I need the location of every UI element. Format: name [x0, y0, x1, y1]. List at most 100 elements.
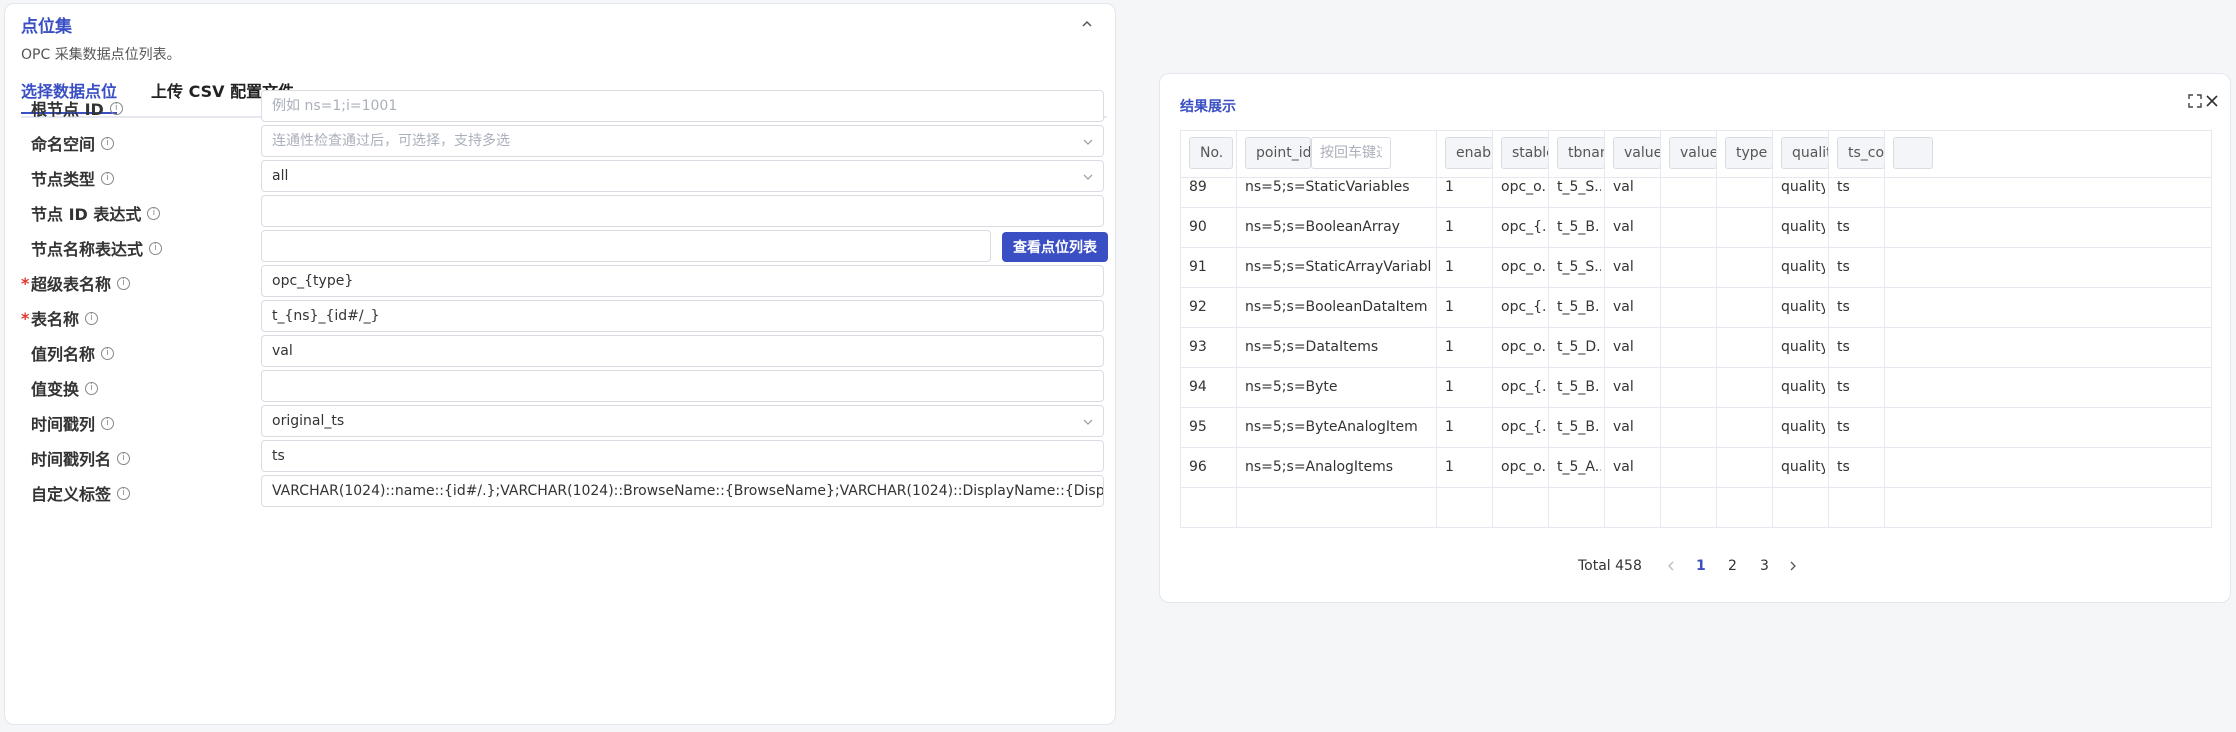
col-header-value-transform[interactable]: value_t	[1669, 137, 1717, 169]
pagination: Total 458 1 2 3	[1160, 552, 2230, 582]
cell-point-id: ns=5;s=DataItems	[1245, 339, 1379, 355]
cell-type	[1725, 367, 1769, 407]
cell-value-col: val	[1613, 219, 1634, 235]
col-header-no[interactable]: No.	[1189, 137, 1233, 169]
form-row-ts-col: 时间戳列 i original_ts	[5, 405, 1117, 439]
page-1-button[interactable]: 1	[1696, 558, 1706, 574]
ts-col-name-input[interactable]	[261, 440, 1104, 472]
point-id-filter-input[interactable]	[1311, 137, 1391, 169]
cell-quality: quality	[1781, 459, 1825, 475]
cell-value-transform	[1669, 207, 1713, 247]
cell-point-id: ns=5;s=StaticArrayVariables	[1245, 259, 1431, 275]
cell-type	[1725, 407, 1769, 447]
value-transform-input[interactable]	[261, 370, 1104, 402]
table-row[interactable]: 91 ns=5;s=StaticArrayVariables 1 opc_o... t_…	[1181, 247, 2211, 288]
info-icon[interactable]: i	[101, 346, 115, 360]
custom-tags-input[interactable]: VARCHAR(1024)::name::{id#/.};VARCHAR(102…	[261, 475, 1104, 507]
cell-value-transform	[1669, 327, 1713, 367]
page-2-button[interactable]: 2	[1728, 558, 1737, 574]
cell-enabled: 1	[1445, 459, 1454, 475]
cell-tbname: t_5_B...	[1557, 379, 1601, 395]
cell-point-id: ns=5;s=BooleanDataItem	[1245, 299, 1428, 315]
fullscreen-icon[interactable]	[2188, 94, 2202, 108]
cell-quality: quality	[1781, 259, 1825, 275]
cell-tbname: t_5_B...	[1557, 299, 1601, 315]
super-table-input[interactable]	[261, 265, 1104, 297]
form-row-table-name: * 表名称 i	[5, 300, 1117, 334]
form-row-namespace: 命名空间 i 连通性检查通过后，可选择，支持多选	[5, 125, 1117, 159]
namespace-select[interactable]: 连通性检查通过后，可选择，支持多选	[261, 125, 1104, 157]
cell-ts-col: ts	[1837, 259, 1850, 275]
root-node-id-input[interactable]	[261, 90, 1104, 122]
cell-tbname: t_5_B...	[1557, 219, 1601, 235]
ts-col-label: 时间戳列	[31, 415, 96, 434]
table-row[interactable]: 94 ns=5;s=Byte 1 opc_{... t_5_B... val quality…	[1181, 367, 2211, 408]
value-col-input[interactable]	[261, 335, 1104, 367]
node-id-expr-input[interactable]	[261, 195, 1104, 227]
info-icon[interactable]: i	[117, 276, 131, 290]
ts-col-value: original_ts	[272, 413, 345, 429]
chevron-up-icon[interactable]	[1079, 16, 1095, 32]
point-set-panel: 点位集 OPC 采集数据点位列表。 选择数据点位 上传 CSV 配置文件 根节点…	[4, 3, 1116, 725]
info-icon[interactable]: i	[149, 241, 163, 255]
cell-stable: opc_o...	[1501, 459, 1545, 475]
view-point-list-button[interactable]: 查看点位列表	[1002, 232, 1108, 262]
col-header-type[interactable]: type	[1725, 137, 1773, 169]
col-header-ts-col[interactable]: ts_col	[1837, 137, 1885, 169]
ts-col-select[interactable]: original_ts	[261, 405, 1104, 437]
cell-stable: opc_{...	[1501, 379, 1545, 395]
info-icon[interactable]: i	[117, 486, 131, 500]
namespace-label: 命名空间	[31, 135, 96, 154]
cell-value-col: val	[1613, 379, 1634, 395]
cell-stable: opc_{...	[1501, 299, 1545, 315]
cell-value-transform	[1669, 447, 1713, 487]
cell-type	[1725, 447, 1769, 487]
cell-no: 93	[1189, 339, 1207, 355]
table-name-input[interactable]	[261, 300, 1104, 332]
cell-tbname: t_5_A...	[1557, 459, 1601, 475]
cell-type	[1725, 327, 1769, 367]
info-icon[interactable]: i	[109, 101, 123, 115]
cell-value-col: val	[1613, 299, 1634, 315]
col-header-stable[interactable]: stable	[1501, 137, 1549, 169]
cell-quality: quality	[1781, 419, 1825, 435]
node-name-expr-input[interactable]	[261, 230, 991, 262]
info-icon[interactable]: i	[85, 311, 99, 325]
cell-value-transform	[1669, 287, 1713, 327]
info-icon[interactable]: i	[101, 171, 115, 185]
table-row[interactable]: 93 ns=5;s=DataItems 1 opc_o... t_5_D... val qu…	[1181, 327, 2211, 368]
info-icon[interactable]: i	[117, 451, 131, 465]
form-row-super-table: * 超级表名称 i	[5, 265, 1117, 299]
table-row[interactable]: 92 ns=5;s=BooleanDataItem 1 opc_{... t_5_B..…	[1181, 287, 2211, 328]
col-header-value-col[interactable]: value_c	[1613, 137, 1661, 169]
cell-point-id: ns=5;s=Byte	[1245, 379, 1338, 395]
info-icon[interactable]: i	[147, 206, 161, 220]
col-header-enabled[interactable]: enabled	[1445, 137, 1493, 169]
cell-enabled: 1	[1445, 299, 1454, 315]
node-type-select[interactable]: all	[261, 160, 1104, 192]
root-node-id-label: 根节点 ID	[31, 100, 104, 119]
close-icon[interactable]	[2204, 93, 2220, 109]
col-header-tbname[interactable]: tbname	[1557, 137, 1605, 169]
info-icon[interactable]: i	[101, 416, 115, 430]
info-icon[interactable]: i	[85, 381, 99, 395]
chevron-down-icon	[1083, 139, 1093, 145]
table-row[interactable]: 90 ns=5;s=BooleanArray 1 opc_{... t_5_B... va…	[1181, 207, 2211, 248]
page-3-button[interactable]: 3	[1760, 558, 1769, 574]
cell-value-transform	[1669, 367, 1713, 407]
col-header-overflow[interactable]	[1893, 137, 1933, 169]
chevron-down-icon	[1083, 419, 1093, 425]
cell-stable: opc_o...	[1501, 259, 1545, 275]
col-header-point-id[interactable]: point_id	[1245, 137, 1311, 169]
info-icon[interactable]: i	[101, 136, 115, 150]
chevron-right-icon[interactable]	[1788, 561, 1798, 571]
result-title: 结果展示	[1180, 99, 1236, 115]
table-row[interactable]: 95 ns=5;s=ByteAnalogItem 1 opc_{... t_5_B...…	[1181, 407, 2211, 448]
chevron-left-icon[interactable]	[1666, 561, 1676, 571]
cell-value-col: val	[1613, 459, 1634, 475]
chevron-down-icon	[1083, 174, 1093, 180]
required-mark: *	[21, 273, 30, 293]
cell-enabled: 1	[1445, 419, 1454, 435]
table-row[interactable]: 96 ns=5;s=AnalogItems 1 opc_o... t_5_A... val…	[1181, 447, 2211, 488]
col-header-quality[interactable]: quality_	[1781, 137, 1829, 169]
